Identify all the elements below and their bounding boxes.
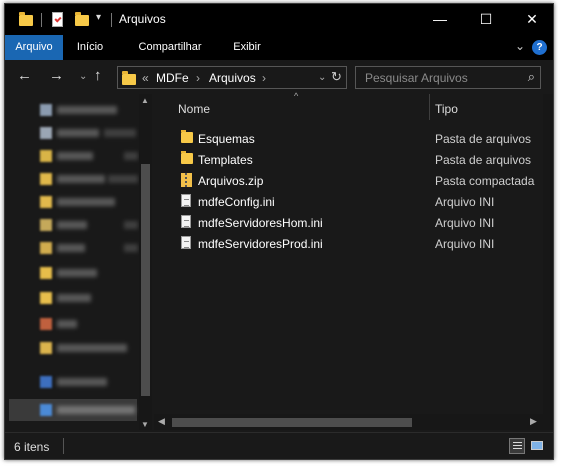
breadcrumb-separator: ›: [196, 71, 200, 85]
large-icons-view-icon[interactable]: [529, 438, 545, 454]
forward-arrow-icon[interactable]: →: [49, 67, 64, 84]
back-arrow-icon[interactable]: ←: [17, 67, 32, 84]
search-input[interactable]: Pesquisar Arquivos: [365, 71, 468, 85]
scroll-right-arrow-icon[interactable]: ▶: [530, 416, 537, 427]
tab-exibir[interactable]: Exibir: [223, 35, 271, 60]
customize-quick-access-icon[interactable]: ▾: [96, 12, 106, 30]
scroll-down-arrow-icon[interactable]: ▼: [141, 420, 149, 429]
list-item[interactable]: mdfeServidoresHom.ini Arquivo INI: [154, 212, 553, 233]
recent-locations-chevron-icon[interactable]: ⌄: [79, 71, 87, 82]
item-count: 6 itens: [14, 440, 50, 454]
file-name: mdfeServidoresProd.ini: [198, 237, 323, 251]
list-item[interactable]: Arquivos.zip Pasta compactada: [154, 170, 553, 191]
file-list-horizontal-scrollbar[interactable]: ◀ ▶: [154, 414, 553, 430]
ini-file-icon: [181, 194, 191, 207]
file-type: Arquivo INI: [435, 195, 495, 209]
file-type: Arquivo INI: [435, 237, 495, 251]
column-header-type[interactable]: Tipo: [435, 102, 458, 116]
list-item[interactable]: mdfeServidoresProd.ini Arquivo INI: [154, 233, 553, 254]
navigation-bar: ← → ⌄ ↑ « MDFe › Arquivos › ⌄ ↻ Pesquisa…: [5, 60, 553, 94]
breadcrumb-mdfe[interactable]: MDFe: [156, 71, 189, 85]
navigation-pane: ▲ ▼: [5, 94, 153, 430]
list-item[interactable]: mdfeConfig.ini Arquivo INI: [154, 191, 553, 212]
expand-ribbon-chevron-icon[interactable]: ⌄: [515, 39, 525, 53]
ribbon-tabs: Arquivo Início Compartilhar Exibir ⌄ ?: [5, 35, 553, 60]
close-button[interactable]: ✕: [509, 4, 553, 35]
file-type: Pasta compactada: [435, 174, 535, 188]
properties-quick-access-icon[interactable]: [51, 11, 65, 29]
refresh-icon[interactable]: ↻: [331, 69, 342, 85]
address-bar[interactable]: « MDFe › Arquivos › ⌄ ↻: [117, 66, 347, 89]
file-type: Pasta de arquivos: [435, 132, 532, 146]
navigation-pane-scrollbar[interactable]: ▲ ▼: [139, 94, 152, 430]
file-type: Pasta de arquivos: [435, 153, 532, 167]
list-item[interactable]: Esquemas Pasta de arquivos: [154, 128, 553, 149]
file-name: Arquivos.zip: [198, 174, 264, 188]
folder-icon: [181, 151, 193, 164]
zip-icon: [181, 173, 192, 187]
address-history-chevron-icon[interactable]: ⌄: [318, 72, 326, 83]
file-list-pane: ^ Nome Tipo Esquemas Pasta de arquivos T…: [154, 91, 553, 430]
address-folder-icon: [122, 71, 136, 85]
file-name: mdfeConfig.ini: [198, 195, 275, 209]
search-icon: ⌕: [527, 69, 535, 84]
title-bar: ▾ Arquivos — ☐ ✕: [5, 4, 553, 35]
tab-inicio[interactable]: Início: [67, 35, 113, 60]
file-name: Templates: [198, 153, 253, 167]
scrollbar-thumb[interactable]: [141, 164, 150, 396]
column-divider[interactable]: [429, 94, 430, 120]
scroll-left-arrow-icon[interactable]: ◀: [158, 416, 165, 427]
maximize-button[interactable]: ☐: [463, 4, 509, 35]
file-name: Esquemas: [198, 132, 255, 146]
help-icon[interactable]: ?: [532, 40, 547, 55]
up-arrow-icon[interactable]: ↑: [94, 67, 102, 84]
tab-arquivo[interactable]: Arquivo: [5, 35, 63, 60]
details-view-icon[interactable]: [509, 438, 525, 454]
file-type: Arquivo INI: [435, 216, 495, 230]
scrollbar-thumb[interactable]: [172, 418, 412, 427]
file-list-vertical-scrollbar[interactable]: [543, 94, 553, 414]
explorer-window: ▾ Arquivos — ☐ ✕ Arquivo Início Comparti…: [4, 3, 554, 460]
column-header-name[interactable]: Nome: [178, 102, 210, 116]
ini-file-icon: [181, 215, 191, 228]
new-folder-quick-access-icon[interactable]: [75, 11, 89, 29]
file-name: mdfeServidoresHom.ini: [198, 216, 323, 230]
breadcrumb-overflow[interactable]: «: [142, 71, 149, 85]
folder-icon: [181, 130, 193, 143]
window-title: Arquivos: [119, 12, 166, 26]
search-box[interactable]: Pesquisar Arquivos ⌕: [355, 66, 541, 89]
scroll-up-arrow-icon[interactable]: ▲: [141, 96, 149, 105]
breadcrumb-separator: ›: [262, 71, 266, 85]
column-headers: ^ Nome Tipo: [154, 91, 553, 120]
breadcrumb-arquivos[interactable]: Arquivos: [209, 71, 256, 85]
tab-compartilhar[interactable]: Compartilhar: [125, 35, 215, 60]
app-folder-icon: [19, 11, 33, 29]
sort-ascending-icon: ^: [294, 91, 299, 101]
minimize-button[interactable]: —: [417, 4, 463, 35]
status-bar: 6 itens: [5, 432, 553, 459]
ini-file-icon: [181, 236, 191, 249]
list-item[interactable]: Templates Pasta de arquivos: [154, 149, 553, 170]
